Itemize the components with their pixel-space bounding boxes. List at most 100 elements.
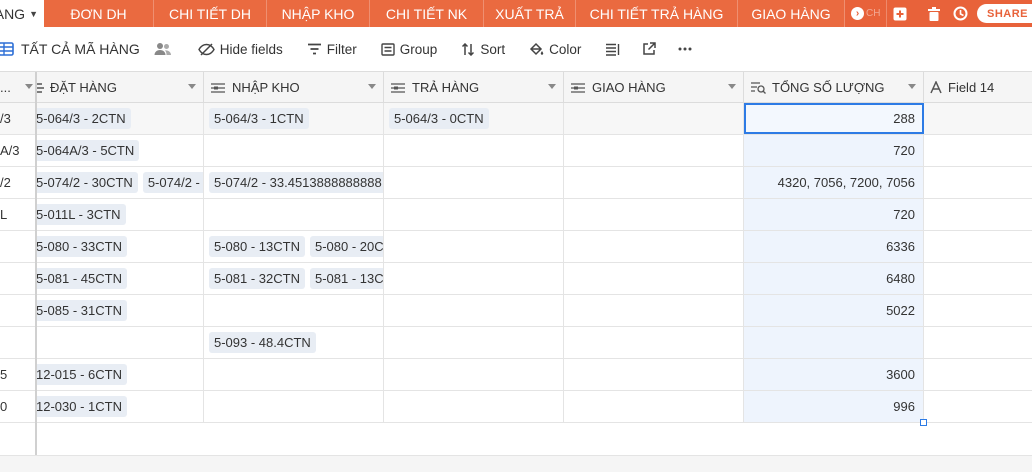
tong-so-luong-cell[interactable]: 6480 <box>744 263 924 294</box>
giao-hang-cell[interactable] <box>564 231 744 262</box>
table-row[interactable]: /25-074/2 - 30CTN5-074/2 - 45-074/2 - 33… <box>0 167 1032 199</box>
linked-record-chip[interactable]: 5-064/3 - 2CTN <box>36 108 131 129</box>
nhap-kho-cell[interactable]: 5-064/3 - 1CTN <box>204 103 384 134</box>
linked-record-chip[interactable]: 5-085 - 31CTN <box>36 300 127 321</box>
tong-so-luong-cell[interactable]: 5022 <box>744 295 924 326</box>
primary-cell[interactable] <box>0 295 36 326</box>
field14-cell[interactable] <box>924 359 1032 390</box>
primary-cell[interactable]: /2 <box>0 167 36 198</box>
tong-so-luong-cell[interactable]: 3600 <box>744 359 924 390</box>
giao-hang-cell[interactable] <box>564 359 744 390</box>
nhap-kho-cell[interactable]: 5-074/2 - 33.4513888888888 <box>204 167 384 198</box>
giao-hang-cell[interactable] <box>564 263 744 294</box>
add-table-button[interactable] <box>887 0 913 27</box>
tong-so-luong-cell[interactable] <box>744 327 924 358</box>
primary-cell[interactable]: L <box>0 199 36 230</box>
dat-hang-cell[interactable] <box>36 327 204 358</box>
hide-fields-button[interactable]: Hide fields <box>197 42 283 57</box>
linked-record-chip[interactable]: 5-064/3 - 0CTN <box>389 108 489 129</box>
chevron-down-icon[interactable] <box>548 84 556 89</box>
giao-hang-cell[interactable] <box>564 103 744 134</box>
tong-so-luong-cell[interactable]: 720 <box>744 135 924 166</box>
column-header-nhap-kho[interactable]: NHẬP KHO <box>204 72 384 103</box>
linked-record-chip[interactable]: 5-081 - 32CTN <box>209 268 305 289</box>
giao-hang-cell[interactable] <box>564 167 744 198</box>
tab-xuat-tra[interactable]: XUẤT TRẢ <box>484 0 576 27</box>
dat-hang-cell[interactable]: 5-085 - 31CTN <box>36 295 204 326</box>
primary-cell[interactable] <box>0 327 36 358</box>
field14-cell[interactable] <box>924 167 1032 198</box>
tra-hang-cell[interactable]: 5-064/3 - 0CTN <box>384 103 564 134</box>
linked-record-chip[interactable]: 12-030 - 1CTN <box>36 396 127 417</box>
nhap-kho-cell[interactable] <box>204 135 384 166</box>
group-button[interactable]: Group <box>381 42 437 57</box>
tra-hang-cell[interactable] <box>384 327 564 358</box>
dat-hang-cell[interactable]: 5-011L - 3CTN <box>36 199 204 230</box>
tab-active-table[interactable]: ANG ▼ <box>0 0 44 27</box>
nhap-kho-cell[interactable] <box>204 359 384 390</box>
field14-cell[interactable] <box>924 231 1032 262</box>
dat-hang-cell[interactable]: 5-074/2 - 30CTN5-074/2 - 4 <box>36 167 204 198</box>
table-row[interactable]: /3 5-064/3 - 2CTN 5-064/3 - 1CTN 5-064/3 - … <box>0 103 1032 135</box>
tong-so-luong-cell[interactable]: 6336 <box>744 231 924 262</box>
table-row[interactable]: L 5-011L - 3CTN 720 <box>0 199 1032 231</box>
share-button[interactable]: SHARE <box>976 4 1032 23</box>
nhap-kho-cell[interactable] <box>204 199 384 230</box>
field14-cell[interactable] <box>924 295 1032 326</box>
table-row[interactable]: 5 12-015 - 6CTN 3600 <box>0 359 1032 391</box>
nhap-kho-cell[interactable]: 5-093 - 48.4CTN <box>204 327 384 358</box>
chevron-down-icon[interactable]: ▼ <box>29 9 38 19</box>
primary-cell[interactable]: /3 <box>0 103 36 134</box>
field14-cell[interactable] <box>924 199 1032 230</box>
history-button[interactable] <box>947 0 973 27</box>
nhap-kho-cell[interactable]: 5-081 - 32CTN 5-081 - 13CT <box>204 263 384 294</box>
tra-hang-cell[interactable] <box>384 295 564 326</box>
tra-hang-cell[interactable] <box>384 231 564 262</box>
primary-cell[interactable]: 0 <box>0 391 36 422</box>
dat-hang-cell[interactable]: 5-080 - 33CTN <box>36 231 204 262</box>
giao-hang-cell[interactable] <box>564 391 744 422</box>
tab-chi-tiet-tra-hang[interactable]: CHI TIẾT TRẢ HÀNG <box>576 0 738 27</box>
more-options-button[interactable] <box>678 47 692 51</box>
linked-record-chip[interactable]: 5-074/2 - 33.4513888888888 <box>209 172 383 193</box>
tra-hang-cell[interactable] <box>384 391 564 422</box>
column-header-tong-so-luong[interactable]: TỔNG SỐ LƯỢNG <box>744 72 924 103</box>
sort-button[interactable]: Sort <box>461 42 505 57</box>
fill-handle[interactable] <box>920 419 927 426</box>
column-header-giao-hang[interactable]: GIAO HÀNG <box>564 72 744 103</box>
linked-record-chip[interactable]: 5-074/2 - 30CTN <box>36 172 138 193</box>
view-switcher[interactable]: TẤT CẢ MÃ HÀNG <box>0 41 140 57</box>
chevron-down-icon[interactable] <box>908 84 916 89</box>
tab-chi-tiet-nk[interactable]: CHI TIẾT NK <box>370 0 484 27</box>
tra-hang-cell[interactable] <box>384 199 564 230</box>
row-height-button[interactable] <box>605 43 620 56</box>
chevron-down-icon[interactable] <box>25 84 33 89</box>
giao-hang-cell[interactable] <box>564 135 744 166</box>
tab-nhap-kho[interactable]: NHẬP KHO <box>267 0 370 27</box>
column-header-tra-hang[interactable]: TRẢ HÀNG <box>384 72 564 103</box>
linked-record-chip[interactable]: 5-080 - 33CTN <box>36 236 127 257</box>
linked-record-chip[interactable]: 5-080 - 20CT <box>309 236 383 257</box>
linked-record-chip[interactable]: 5-011L - 3CTN <box>36 204 126 225</box>
dat-hang-cell[interactable]: 12-030 - 1CTN <box>36 391 204 422</box>
chevron-down-icon[interactable] <box>188 84 196 89</box>
chevron-down-icon[interactable] <box>368 84 376 89</box>
tong-so-luong-cell[interactable]: 288 <box>744 103 924 134</box>
linked-record-chip[interactable]: 12-015 - 6CTN <box>36 364 127 385</box>
field14-cell[interactable] <box>924 327 1032 358</box>
filter-button[interactable]: Filter <box>307 42 357 57</box>
linked-record-chip[interactable]: 5-074/2 - 4 <box>142 172 203 193</box>
nhap-kho-cell[interactable] <box>204 295 384 326</box>
dat-hang-cell[interactable]: 5-064/3 - 2CTN <box>36 103 204 134</box>
table-row[interactable]: 0 12-030 - 1CTN 996 <box>0 391 1032 423</box>
linked-record-chip[interactable]: 5-093 - 48.4CTN <box>209 332 316 353</box>
table-row[interactable]: 5-080 - 33CTN 5-080 - 13CTN 5-080 - 20CT 63… <box>0 231 1032 263</box>
linked-record-chip[interactable]: 5-081 - 45CTN <box>36 268 127 289</box>
linked-record-chip[interactable]: 5-064/3 - 1CTN <box>209 108 309 129</box>
linked-record-chip[interactable]: 5-081 - 13CT <box>309 268 383 289</box>
tong-so-luong-cell[interactable]: 996 <box>744 391 924 422</box>
linked-record-chip[interactable]: 5-080 - 13CTN <box>209 236 305 257</box>
field14-cell[interactable] <box>924 103 1032 134</box>
giao-hang-cell[interactable] <box>564 295 744 326</box>
tra-hang-cell[interactable] <box>384 359 564 390</box>
